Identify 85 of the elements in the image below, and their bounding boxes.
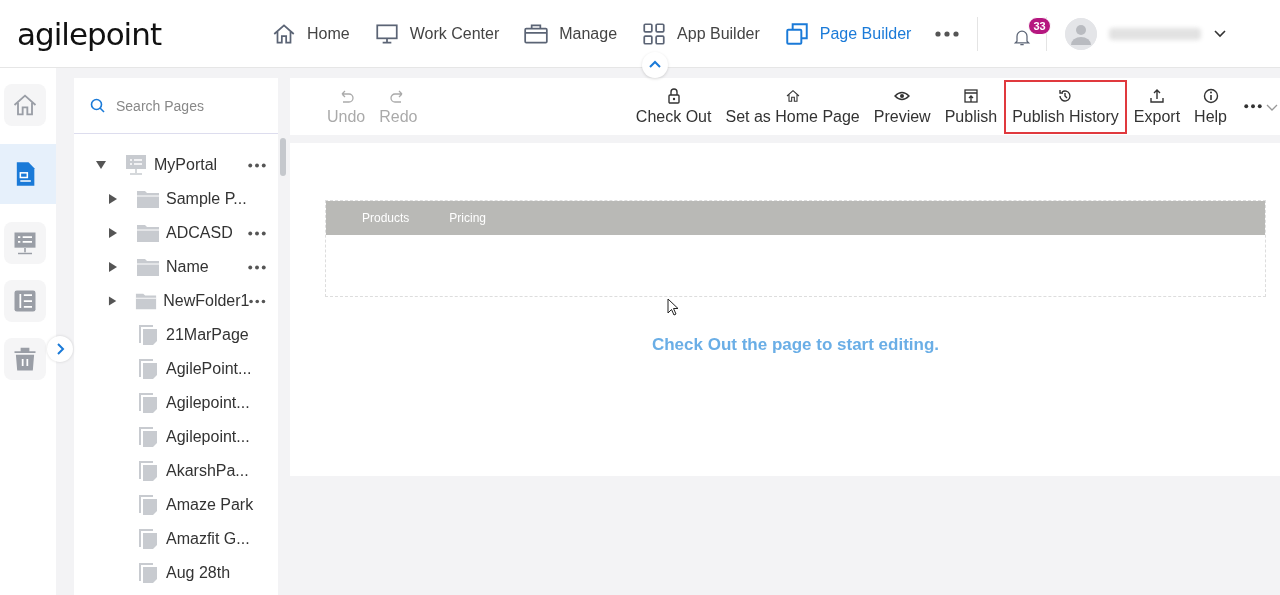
caret-right-icon[interactable] (108, 296, 118, 306)
more-icon[interactable] (249, 298, 266, 304)
list-icon (4, 280, 46, 322)
tree-item-label: Name (166, 258, 210, 276)
tree-item[interactable]: Agilepoint... (74, 420, 278, 454)
tree-item-label: Amaze Park (166, 496, 255, 514)
publish-icon (962, 87, 979, 104)
tree-item[interactable]: Agilepoint... (74, 386, 278, 420)
tree-item[interactable]: ADCASD (74, 216, 278, 250)
page-icon (136, 562, 160, 584)
cursor-icon (667, 298, 679, 316)
page-icon (136, 426, 160, 448)
page-icon (136, 528, 160, 550)
tree-item-label: Sample P... (166, 190, 248, 208)
rail-button[interactable] (4, 84, 46, 126)
trash-icon (4, 338, 46, 380)
folder-icon (136, 188, 160, 210)
more-icon[interactable] (248, 162, 266, 168)
history-icon (1057, 87, 1074, 104)
toolbar-button[interactable]: Check Out (628, 80, 719, 133)
tree-item-label: MyPortal (154, 156, 219, 174)
rail-button[interactable] (4, 222, 46, 264)
tree-item[interactable]: Amaze Park (74, 488, 278, 522)
tree-item[interactable]: Sample P... (74, 182, 278, 216)
folder-icon (136, 256, 160, 278)
more-icon[interactable] (935, 30, 960, 37)
lock-icon (665, 87, 682, 104)
portal-icon (124, 154, 148, 176)
nav-tab[interactable]: Home (271, 20, 350, 47)
page-icon (136, 324, 160, 346)
tree-item[interactable]: 21MarPage (74, 318, 278, 352)
copy-icon (783, 20, 810, 47)
toolbar-button[interactable]: Publish History (1004, 79, 1127, 134)
rail-button[interactable] (4, 338, 46, 380)
tree-item-label: ADCASD (166, 224, 234, 242)
portal-icon (4, 222, 46, 264)
rail-button[interactable] (4, 280, 46, 322)
home-icon (784, 87, 801, 104)
page-icon (136, 494, 160, 516)
grid-icon (641, 20, 668, 47)
toolbar-button[interactable]: Publish (937, 80, 1005, 133)
tree-item[interactable]: Amazfit G... (74, 522, 278, 556)
toolbar-button[interactable]: Help (1187, 80, 1234, 133)
page-icon (136, 460, 160, 482)
more-icon[interactable] (248, 230, 266, 236)
tree-item-label: Amazfit G... (166, 530, 251, 548)
tree-item-label: AkarshPa... (166, 462, 250, 480)
collapse-button[interactable] (642, 52, 668, 78)
tree-item-label: AgilePoint... (166, 360, 253, 378)
nav-tab[interactable]: Manage (523, 20, 618, 47)
tree-item-label: NewFolder1 (163, 292, 250, 310)
search-icon (90, 97, 106, 114)
notification-badge: 33 (1028, 16, 1051, 35)
tree-item-label: 21MarPage (166, 326, 250, 344)
info-icon (1202, 87, 1219, 104)
page-icon (136, 358, 160, 380)
tree-item[interactable]: Name (74, 250, 278, 284)
tree-item[interactable]: MyPortal (74, 148, 278, 182)
export-icon (1148, 87, 1165, 104)
tree-item[interactable]: NewFolder1 (74, 284, 278, 318)
caret-down-icon[interactable] (96, 160, 106, 170)
nav-tab[interactable]: Page Builder (783, 20, 912, 47)
tree-item-label: Agilepoint... (166, 428, 251, 446)
toolbar-button[interactable]: Export (1126, 80, 1188, 133)
tree-item[interactable]: AkarshPa... (74, 454, 278, 488)
more-icon[interactable] (1244, 104, 1262, 109)
caret-right-icon[interactable] (108, 194, 118, 204)
toolbar-button[interactable]: Set as Home Page (718, 80, 867, 133)
tree-item-label: Agilepoint... (166, 394, 251, 412)
expand-button[interactable] (47, 336, 73, 362)
folder-icon (136, 222, 160, 244)
nav-tab[interactable]: App Builder (641, 20, 760, 47)
toolbar-button[interactable]: Preview (866, 80, 938, 133)
tree-item-label: Aug 28th (166, 564, 232, 582)
home-icon (4, 84, 46, 126)
tree-item[interactable]: AgilePoint... (74, 352, 278, 386)
caret-right-icon[interactable] (108, 228, 118, 238)
more-icon[interactable] (248, 264, 266, 270)
info-message: Check Out the page to start editing. (650, 335, 941, 355)
scrollbar[interactable] (280, 138, 286, 176)
logo: agilepoint (17, 15, 162, 52)
tree-item[interactable]: Aug 28th (74, 556, 278, 590)
page-icon (136, 392, 160, 414)
nav-tab[interactable]: Work Center (373, 20, 500, 47)
caret-right-icon[interactable] (108, 262, 118, 272)
